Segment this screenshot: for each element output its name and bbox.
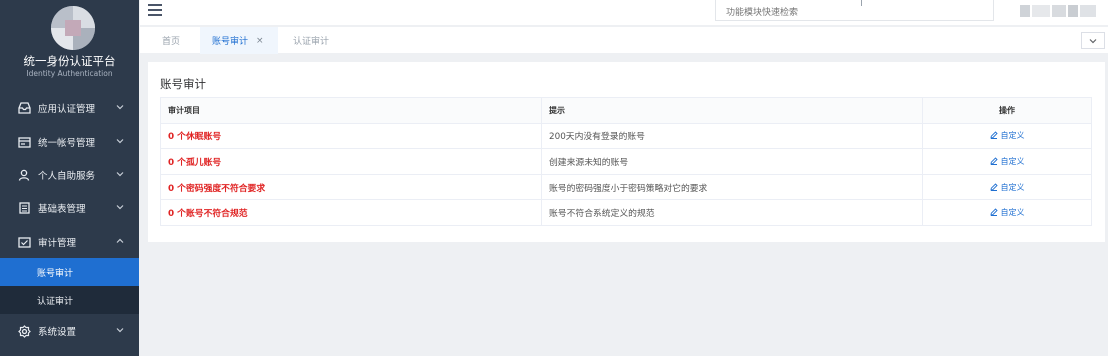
audit-hint: 200天内没有登录的账号 — [541, 122, 923, 150]
chevron-up-icon — [116, 238, 124, 243]
submenu-item-account-audit[interactable]: 账号审计 — [0, 258, 139, 286]
tab-label: 首页 — [162, 37, 181, 47]
chevron-down-icon — [116, 205, 124, 210]
brand: 统一身份认证平台 Identity Authentication — [0, 0, 139, 93]
chevron-down-icon — [116, 105, 124, 110]
submenu-item-auth-audit[interactable]: 认证审计 — [0, 286, 139, 314]
menu-label: 个人自助服务 — [38, 171, 96, 182]
customize-label: 自定义 — [1000, 131, 1025, 141]
menu-label: 统一帐号管理 — [38, 138, 96, 149]
app-root: 统一身份认证平台 Identity Authentication 应用认证管理 … — [0, 0, 1108, 356]
customize-link[interactable]: 自定义 — [989, 156, 1025, 166]
menu-item-audit[interactable]: 审计管理 — [0, 226, 139, 258]
audit-item: 0 个孤儿账号 — [160, 148, 542, 175]
edit-icon — [989, 157, 998, 165]
column-header: 操作 — [922, 97, 1092, 124]
audit-icon — [17, 235, 31, 249]
brand-subtitle: Identity Authentication — [26, 69, 113, 78]
tab-account-audit[interactable]: 账号审计 × — [200, 27, 278, 54]
page-title: 账号审计 — [160, 77, 206, 91]
edit-icon — [989, 182, 998, 191]
customize-label: 自定义 — [1000, 156, 1025, 166]
chevron-down-icon — [116, 172, 124, 177]
sidebar: 统一身份认证平台 Identity Authentication 应用认证管理 … — [0, 0, 139, 356]
customize-label: 自定义 — [1000, 208, 1025, 218]
column-header: 审计项目 — [160, 97, 542, 124]
table-row: 0 个密码强度不符合要求 账号的密码强度小于密码策略对它的要求 自定义 — [160, 173, 1092, 201]
divider — [861, 0, 862, 6]
audit-hint: 账号的密码强度小于密码策略对它的要求 — [541, 173, 923, 201]
tab-auth-audit[interactable]: 认证审计 — [281, 27, 341, 54]
table-icon — [17, 201, 31, 215]
search-input[interactable] — [715, 0, 994, 21]
menu-label: 应用认证管理 — [38, 104, 96, 115]
customize-link[interactable]: 自定义 — [989, 182, 1025, 192]
table-row: 0 个账号不符合规范 账号不符合系统定义的规范 自定义 — [160, 199, 1092, 226]
menu-item-app-auth[interactable]: 应用认证管理 — [0, 92, 139, 124]
customize-link[interactable]: 自定义 — [989, 208, 1025, 218]
menu-item-account[interactable]: 统一帐号管理 — [0, 126, 139, 158]
customize-label: 自定义 — [1000, 182, 1025, 192]
hamburger-menu-icon[interactable] — [148, 4, 162, 17]
tab-dropdown-button[interactable] — [1081, 32, 1105, 49]
customize-link[interactable]: 自定义 — [989, 131, 1025, 141]
menu-item-self-service[interactable]: 个人自助服务 — [0, 159, 139, 191]
audit-item: 0 个密码强度不符合要求 — [160, 173, 542, 201]
user-icon — [17, 168, 31, 182]
tab-label: 认证审计 — [293, 37, 330, 47]
tab-home[interactable]: 首页 — [150, 27, 198, 54]
chevron-down-icon — [1089, 38, 1097, 43]
audit-table: 审计项目 提示 操作 0 个休眠账号 200天内没有登录的账号 自定义 0 个孤… — [160, 97, 1092, 226]
table-row: 0 个孤儿账号 创建来源未知的账号 自定义 — [160, 148, 1092, 175]
tab-bar: 首页 账号审计 × 认证审计 — [140, 26, 1108, 54]
top-header — [140, 0, 1108, 25]
column-header: 提示 — [541, 97, 923, 124]
tab-label: 账号审计 — [212, 37, 249, 47]
edit-icon — [989, 131, 998, 140]
menu-label: 审计管理 — [38, 238, 77, 249]
avatar — [51, 6, 95, 50]
close-icon[interactable]: × — [256, 36, 264, 46]
audit-hint: 创建来源未知的账号 — [541, 148, 923, 175]
account-card-icon — [17, 135, 31, 149]
audit-item: 0 个账号不符合规范 — [160, 199, 542, 226]
table-row: 0 个休眠账号 200天内没有登录的账号 自定义 — [160, 122, 1092, 150]
menu-label: 基础表管理 — [38, 204, 86, 215]
chevron-down-icon — [116, 139, 124, 144]
audit-item: 0 个休眠账号 — [160, 122, 542, 150]
settings-icon — [17, 324, 31, 338]
menu-label: 系统设置 — [38, 327, 77, 338]
table-header-row: 审计项目 提示 操作 — [160, 97, 1092, 124]
user-info[interactable] — [1020, 5, 1100, 17]
audit-hint: 账号不符合系统定义的规范 — [541, 199, 923, 226]
menu-item-system-settings[interactable]: 系统设置 — [0, 315, 139, 347]
chevron-down-icon — [116, 328, 124, 333]
app-icon — [17, 101, 31, 115]
brand-title: 统一身份认证平台 — [23, 54, 116, 68]
content-panel: 账号审计 审计项目 提示 操作 0 个休眠账号 200天内没有登录的账号 自定义… — [148, 62, 1105, 242]
edit-icon — [989, 208, 998, 217]
menu-item-base-tables[interactable]: 基础表管理 — [0, 192, 139, 224]
